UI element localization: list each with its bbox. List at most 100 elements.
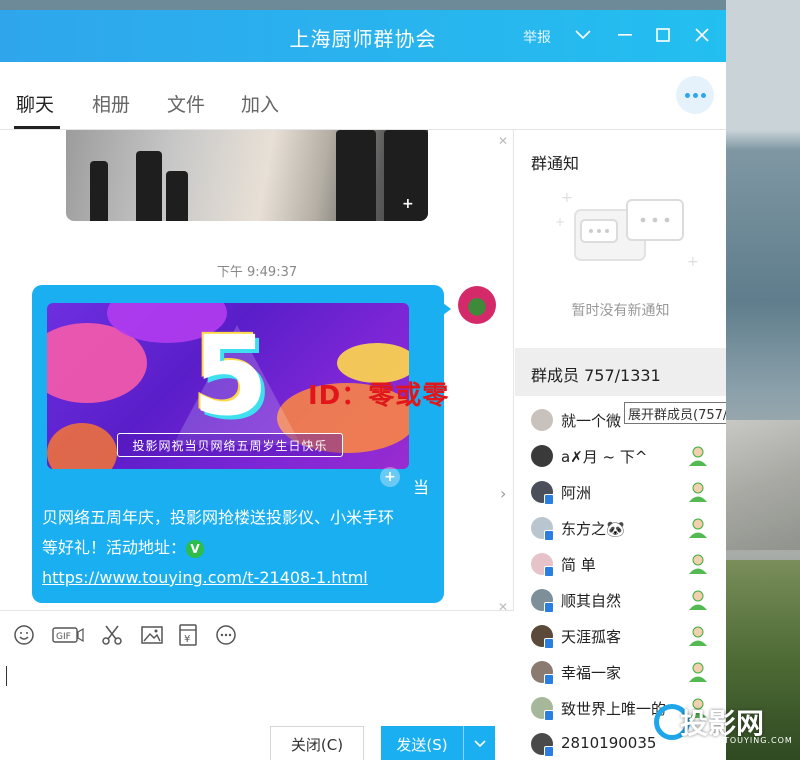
member-name: 致世界上唯一的	[561, 700, 667, 718]
member-name: 天涯孤客	[561, 628, 622, 646]
member-name: 东方之🐼	[561, 520, 625, 538]
mobile-online-icon	[544, 494, 554, 505]
chat-message-area[interactable]: + ✕ 下午 9:49:37 5 投影网祝当贝网络五周岁生日快乐 + 当 贝网络…	[0, 130, 514, 610]
empty-notice-illustration-icon: + + +	[555, 190, 699, 270]
banner-shape	[47, 423, 117, 469]
message-line2: 贝网络五周年庆，投影网抢楼送投影仪、小米手环	[42, 508, 395, 527]
close-button[interactable]: 关闭(C)	[270, 726, 364, 760]
minimize-icon[interactable]	[614, 24, 636, 46]
close-icon[interactable]	[691, 24, 713, 46]
mobile-online-icon	[544, 710, 554, 721]
more-dot-icon	[700, 92, 706, 98]
more-tools-icon[interactable]	[214, 623, 238, 647]
svg-text:¥: ¥	[184, 634, 190, 645]
text-caret	[6, 666, 7, 686]
group-chat-window: 上海厨师群协会 举报 聊天 相册 文件 加入 + ✕ 下午 9:49:37 5 …	[0, 10, 726, 760]
tab-chat[interactable]: 聊天	[16, 90, 54, 117]
member-person-icon	[689, 590, 707, 610]
member-person-icon	[689, 626, 707, 646]
member-name: 顺其自然	[561, 592, 622, 610]
emoji-icon[interactable]	[12, 623, 36, 647]
desktop-road	[726, 420, 800, 550]
title-bar: 上海厨师群协会 举报	[0, 10, 726, 62]
mobile-online-icon	[544, 746, 554, 757]
member-person-icon	[689, 446, 707, 466]
shared-photo[interactable]	[66, 130, 428, 221]
tab-album[interactable]: 相册	[92, 90, 130, 117]
member-person-icon	[689, 518, 707, 538]
banner-caption: 投影网祝当贝网络五周岁生日快乐	[117, 433, 343, 457]
input-toolbar: GIF ¥	[0, 610, 514, 656]
photo-figure	[336, 130, 376, 221]
member-person-icon	[689, 482, 707, 502]
maximize-icon[interactable]	[652, 24, 674, 46]
member-name: 简 单	[561, 556, 596, 574]
members-header[interactable]: 群成员 757/1331	[515, 348, 726, 396]
list-item[interactable]: 天涯孤客	[515, 618, 726, 654]
member-person-icon	[689, 662, 707, 682]
banner-number: 5	[192, 312, 269, 440]
member-name: 幸福一家	[561, 664, 622, 682]
members-tooltip: 展开群成员(757/1331)	[624, 402, 726, 424]
member-name: 就一个微	[561, 412, 622, 430]
send-button-label: 发送(S)	[396, 735, 448, 754]
list-item[interactable]: 东方之🐼	[515, 510, 726, 546]
svg-text:+: +	[555, 215, 565, 229]
group-side-panel: 群通知 + + + 暂时没有新通知 群成员 757/1331 展开群成员(757…	[515, 130, 726, 760]
notice-title: 群通知	[531, 154, 580, 173]
zoom-plus-icon[interactable]: +	[402, 196, 414, 212]
verified-link-icon: V	[186, 539, 205, 558]
svg-text:+: +	[561, 190, 573, 206]
report-button[interactable]: 举报	[523, 27, 551, 47]
scroll-up-icon[interactable]: ✕	[498, 134, 508, 148]
svg-text:GIF: GIF	[56, 632, 71, 642]
member-name: 阿洲	[561, 484, 592, 502]
send-options-dropdown[interactable]	[463, 726, 495, 760]
list-item[interactable]: a✗月 ~ 下^	[515, 438, 726, 474]
scroll-down-icon[interactable]: ✕	[498, 600, 508, 610]
chevron-down-icon[interactable]	[572, 24, 594, 46]
list-item[interactable]: 幸福一家	[515, 654, 726, 690]
tab-join[interactable]: 加入	[241, 90, 279, 117]
chevron-down-icon	[473, 740, 486, 748]
list-item[interactable]: 顺其自然	[515, 582, 726, 618]
member-name: a✗月 ~ 下^	[561, 448, 648, 466]
message-line3: 等好礼！活动地址：	[42, 538, 187, 557]
watermark-subtext: TOUYING.COM	[724, 736, 793, 745]
red-packet-icon[interactable]: ¥	[176, 623, 200, 647]
message-text: 当 贝网络五周年庆，投影网抢楼送投影仪、小米手环 等好礼！活动地址： V http…	[42, 473, 434, 593]
message-timestamp: 下午 9:49:37	[216, 265, 298, 280]
site-watermark-logo: 投影网 TOUYING.COM	[654, 700, 800, 750]
image-icon[interactable]	[140, 623, 164, 647]
mobile-online-icon	[544, 638, 554, 649]
photo-figure	[136, 151, 162, 221]
more-dot-icon	[692, 92, 698, 98]
scissors-icon[interactable]	[100, 623, 124, 647]
activity-link[interactable]: https://www.touying.com/t-21408-1.html	[42, 568, 368, 587]
tab-files[interactable]: 文件	[167, 90, 205, 117]
message-line1: 当	[413, 478, 430, 497]
photo-figure	[90, 161, 108, 221]
collapse-panel-icon[interactable]: ›	[500, 484, 506, 503]
mobile-online-icon	[544, 566, 554, 577]
message-bubble[interactable]: 5 投影网祝当贝网络五周岁生日快乐 + 当 贝网络五周年庆，投影网抢楼送投影仪、…	[32, 285, 451, 603]
avatar	[531, 445, 553, 467]
gif-icon[interactable]: GIF	[52, 623, 84, 647]
send-button[interactable]: 发送(S)	[381, 726, 495, 760]
more-options-button[interactable]	[676, 76, 714, 114]
mobile-online-icon	[544, 674, 554, 685]
more-dot-icon	[684, 92, 690, 98]
list-item[interactable]: 简 单	[515, 546, 726, 582]
list-item[interactable]: 阿洲	[515, 474, 726, 510]
overlay-id-text: ID：零或零	[308, 381, 450, 411]
notice-empty-text: 暂时没有新通知	[571, 303, 670, 319]
mobile-online-icon	[544, 602, 554, 613]
active-tab-indicator	[14, 126, 60, 129]
desktop-background	[726, 0, 800, 760]
tab-bar: 聊天 相册 文件 加入	[0, 62, 726, 130]
svg-text:+: +	[687, 254, 699, 270]
mobile-online-icon	[544, 530, 554, 541]
member-name: 2810190035	[561, 734, 657, 752]
message-input[interactable]: 关闭(C) 发送(S)	[0, 656, 514, 760]
avatar[interactable]	[458, 286, 496, 324]
